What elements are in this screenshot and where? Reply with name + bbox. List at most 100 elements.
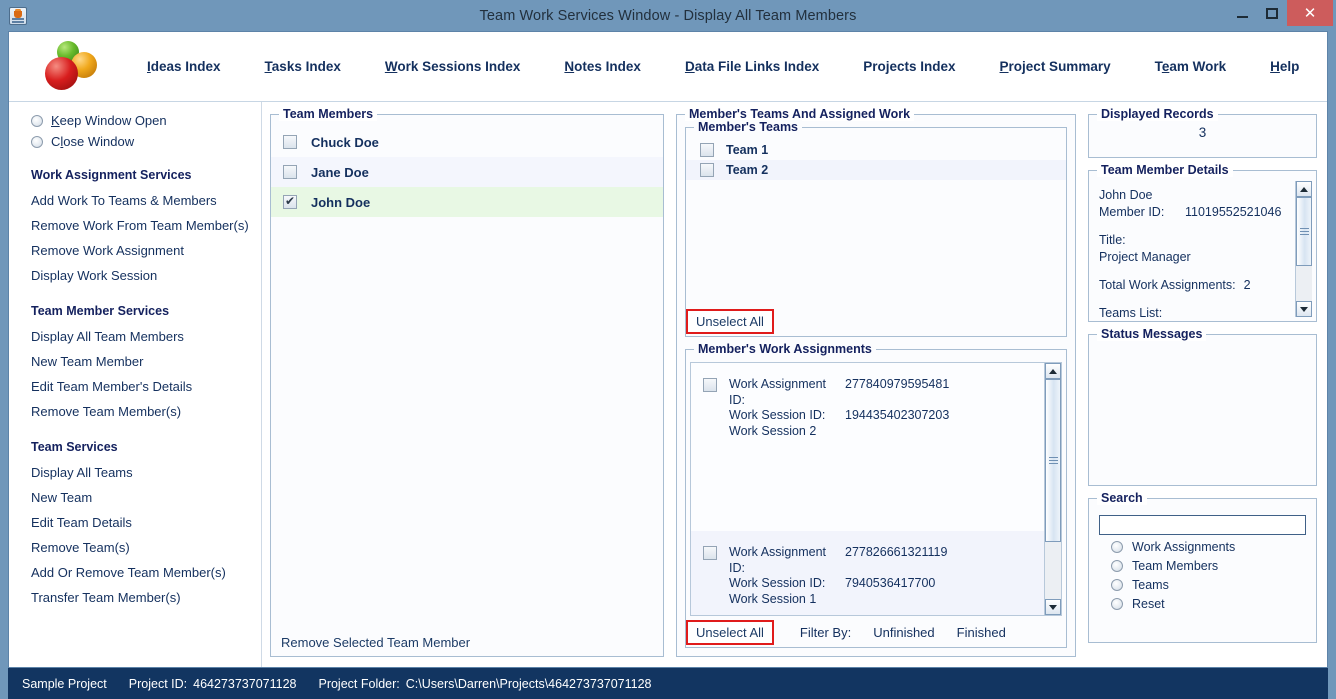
team-name: Team 1 [726, 143, 769, 157]
radio-close-window[interactable]: Close Window [9, 131, 261, 152]
remove-selected-team-member-button[interactable]: Remove Selected Team Member [271, 625, 663, 656]
work-assignment-id-label: Work Assignment ID: [729, 545, 827, 575]
search-panel: Search Work Assignments Team Members Tea… [1088, 491, 1317, 643]
scrollbar-track[interactable] [1045, 379, 1061, 599]
close-button[interactable]: ✕ [1287, 0, 1333, 26]
search-option-work-assignments[interactable]: Work Assignments [1089, 535, 1316, 554]
status-project-folder-value: C:\Users\Darren\Projects\464273737071128 [405, 676, 652, 691]
status-bar: Sample Project Project ID: 4642737370711… [8, 668, 1328, 699]
sidebar-item-edit-team-members-details[interactable]: Edit Team Member's Details [9, 374, 261, 399]
status-project-folder-label: Project Folder: [318, 676, 400, 691]
team-member-details-scrollbar[interactable] [1295, 181, 1312, 317]
menu-item-notes-index[interactable]: Notes Index [542, 53, 663, 80]
radio-keep-window-open[interactable]: Keep Window Open [9, 110, 261, 131]
search-option-team-members[interactable]: Team Members [1089, 554, 1316, 573]
detail-teams-list-label: Teams List: [1099, 306, 1163, 317]
teams-unselect-all-button[interactable]: Unselect All [686, 309, 774, 334]
filter-option-unfinished[interactable]: Unfinished [873, 625, 934, 640]
sidebar-item-remove-teams[interactable]: Remove Team(s) [9, 535, 261, 560]
menu-item-close-program[interactable]: Close Program [1321, 53, 1327, 80]
sidebar-item-display-all-teams[interactable]: Display All Teams [9, 460, 261, 485]
work-session-id-label: Work Session ID: [729, 576, 826, 590]
sidebar-item-remove-work-assignment[interactable]: Remove Work Assignment [9, 238, 261, 263]
sidebar-item-edit-team-details[interactable]: Edit Team Details [9, 510, 261, 535]
window-title: Team Work Services Window - Display All … [479, 7, 857, 24]
checkbox-icon[interactable] [283, 165, 297, 179]
title-bar: Team Work Services Window - Display All … [0, 0, 1336, 31]
scroll-up-button[interactable] [1296, 181, 1312, 197]
scroll-up-button[interactable] [1045, 363, 1061, 379]
teams-and-work-legend: Member's Teams And Assigned Work [685, 107, 915, 121]
search-option-label: Work Assignments [1132, 540, 1236, 554]
search-option-reset[interactable]: Reset [1089, 592, 1316, 611]
search-option-teams[interactable]: Teams [1089, 573, 1316, 592]
work-assignments-legend: Member's Work Assignments [694, 342, 876, 356]
main-menu: Ideas Index Tasks Index Work Sessions In… [125, 53, 1327, 80]
menu-item-ideas-index[interactable]: Ideas Index [125, 53, 243, 80]
sidebar-item-display-all-team-members[interactable]: Display All Team Members [9, 324, 261, 349]
scrollbar-thumb[interactable] [1296, 197, 1312, 266]
chevron-down-icon [1049, 604, 1057, 610]
sidebar-item-remove-work-from-team-members[interactable]: Remove Work From Team Member(s) [9, 213, 261, 238]
work-assignments-list: Work Assignment ID: 277840979595481 Work… [691, 363, 1044, 615]
search-input[interactable] [1099, 515, 1306, 535]
search-option-label: Reset [1132, 597, 1165, 611]
list-item[interactable]: Chuck Doe [271, 127, 663, 157]
search-option-label: Teams [1132, 578, 1169, 592]
detail-total-assignments-label: Total Work Assignments: [1099, 278, 1236, 292]
menu-item-project-summary[interactable]: Project Summary [978, 53, 1133, 80]
list-item[interactable]: Jane Doe [271, 157, 663, 187]
work-assignments-scrollbar[interactable] [1044, 363, 1061, 615]
sidebar-item-add-or-remove-team-members[interactable]: Add Or Remove Team Member(s) [9, 560, 261, 585]
scrollbar-thumb[interactable] [1045, 379, 1061, 542]
filter-option-finished[interactable]: Finished [957, 625, 1006, 640]
search-legend: Search [1097, 491, 1147, 505]
member-name: Chuck Doe [311, 134, 379, 150]
scroll-down-button[interactable] [1045, 599, 1061, 615]
list-item[interactable]: Team 1 [686, 140, 1066, 160]
client-area: Ideas Index Tasks Index Work Sessions In… [8, 31, 1328, 668]
team-members-legend: Team Members [279, 107, 378, 121]
checkbox-icon[interactable] [700, 143, 714, 157]
list-item[interactable]: Work Assignment ID: 277840979595481 Work… [691, 363, 1044, 453]
list-item[interactable]: Team 2 [686, 160, 1066, 180]
radio-icon [1111, 598, 1123, 610]
team-members-list: Chuck Doe Jane Doe John Doe [271, 115, 663, 625]
checkbox-checked-icon[interactable] [283, 194, 297, 209]
menu-item-work-sessions-index[interactable]: Work Sessions Index [363, 53, 543, 80]
maximize-button[interactable] [1257, 0, 1287, 26]
scroll-down-button[interactable] [1296, 301, 1312, 317]
checkbox-icon[interactable] [700, 163, 714, 177]
sidebar-item-transfer-team-members[interactable]: Transfer Team Member(s) [9, 585, 261, 610]
minimize-button[interactable] [1227, 0, 1257, 26]
sidebar-heading-work-assignment-services: Work Assignment Services [31, 168, 192, 182]
checkbox-icon[interactable] [283, 135, 297, 149]
sidebar-item-display-work-session[interactable]: Display Work Session [9, 263, 261, 288]
sidebar-item-new-team-member[interactable]: New Team Member [9, 349, 261, 374]
checkbox-icon[interactable] [703, 378, 717, 392]
checkbox-icon[interactable] [703, 546, 717, 560]
scrollbar-grip-icon [1299, 226, 1309, 237]
detail-title-label: Title: [1099, 233, 1126, 247]
menu-item-help[interactable]: Help [1248, 53, 1321, 80]
work-session-id-value: 194435402307203 [845, 408, 950, 422]
menu-item-team-work[interactable]: Team Work [1133, 53, 1249, 80]
list-item[interactable]: Work Assignment ID: 277826661321119 Work… [691, 531, 1044, 615]
chevron-up-icon [1300, 186, 1308, 192]
work-unselect-all-button[interactable]: Unselect All [686, 620, 774, 645]
sidebar-item-remove-team-members[interactable]: Remove Team Member(s) [9, 399, 261, 424]
displayed-records-panel: Displayed Records 3 [1088, 107, 1317, 158]
detail-title-value: Project Manager [1099, 250, 1191, 264]
teams-unselect-all-wrap: Unselect All [686, 305, 1066, 336]
scrollbar-track[interactable] [1296, 197, 1312, 301]
sidebar-item-new-team[interactable]: New Team [9, 485, 261, 510]
team-name: Team 2 [726, 163, 769, 177]
displayed-records-count: 3 [1198, 125, 1207, 140]
list-item[interactable]: John Doe [271, 187, 663, 217]
menu-item-data-file-links-index[interactable]: Data File Links Index [663, 53, 841, 80]
team-member-details-body: John Doe Member ID: 11019552521046 Title… [1089, 181, 1295, 317]
sidebar-item-add-work-to-teams-members[interactable]: Add Work To Teams & Members [9, 188, 261, 213]
menu-item-tasks-index[interactable]: Tasks Index [243, 53, 363, 80]
menu-item-projects-index[interactable]: Projects Index [841, 53, 977, 80]
